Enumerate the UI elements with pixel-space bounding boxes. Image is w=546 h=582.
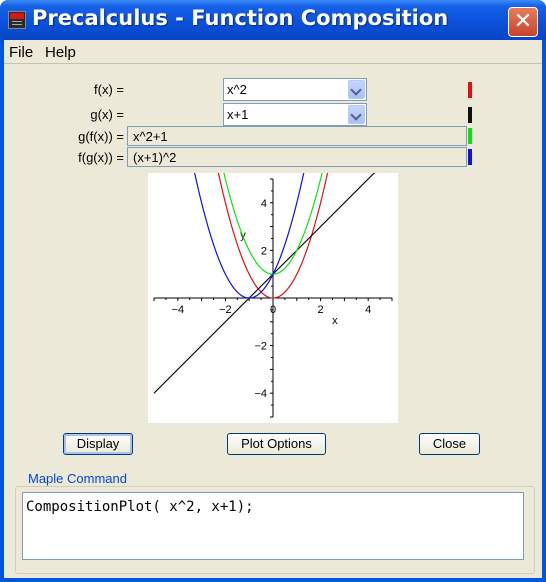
- g-value: x+1: [227, 107, 249, 122]
- f-color-swatch: [468, 82, 472, 98]
- maple-command-textarea[interactable]: CompositionPlot( x^2, x+1);: [22, 492, 524, 560]
- curve--x-1-2: [193, 169, 306, 299]
- maple-command-text: CompositionPlot( x^2, x+1);: [26, 499, 254, 515]
- x-tick-label: −2: [219, 304, 232, 316]
- maple-app-icon[interactable]: [8, 11, 26, 29]
- window-title: Precalculus - Function Composition: [32, 6, 449, 30]
- gf-value: x^2+1: [133, 129, 168, 144]
- y-tick-label: 4: [261, 198, 267, 210]
- plot-options-button[interactable]: Plot Options: [227, 433, 326, 455]
- window-close-button[interactable]: ✕: [508, 7, 538, 37]
- fg-color-swatch: [468, 149, 472, 165]
- curve-x-1: [153, 166, 381, 394]
- gf-color-swatch: [468, 128, 472, 144]
- close-button[interactable]: Close: [419, 433, 480, 455]
- fg-result-field: (x+1)^2: [127, 147, 467, 167]
- menu-file[interactable]: File: [9, 44, 33, 61]
- x-tick-label: 0: [270, 304, 276, 316]
- y-tick-label: −4: [254, 388, 267, 400]
- composition-plot: −4 −2 0 2 4−4−224xy: [153, 166, 393, 418]
- g-color-swatch: [468, 107, 472, 123]
- gf-label: g(f(x)) =: [78, 129, 124, 144]
- menu-help[interactable]: Help: [45, 44, 76, 61]
- g-combo[interactable]: x+1: [223, 103, 367, 126]
- f-label: f(x) =: [94, 82, 124, 97]
- app-window: Precalculus - Function Composition ✕ Fil…: [0, 0, 546, 582]
- g-label: g(x) =: [90, 107, 124, 122]
- x-tick-label: 2: [318, 304, 324, 316]
- y-tick-label: 2: [261, 245, 267, 257]
- x-axis-label: x: [332, 315, 338, 327]
- f-value: x^2: [227, 82, 247, 97]
- display-button[interactable]: Display: [63, 433, 133, 455]
- fg-value: (x+1)^2: [133, 150, 177, 165]
- x-tick-label: 4: [365, 304, 371, 316]
- client-area: File Help f(x) = x^2 g(x) = x+1 g(f(x)) …: [4, 40, 542, 578]
- chevron-down-icon[interactable]: [348, 105, 365, 124]
- f-combo[interactable]: x^2: [223, 78, 367, 101]
- maple-command-title: Maple Command: [24, 471, 131, 486]
- menu-bar: File Help: [4, 40, 542, 64]
- title-bar[interactable]: Precalculus - Function Composition ✕: [0, 0, 546, 40]
- x-tick-label: −4: [172, 304, 185, 316]
- fg-label: f(g(x)) =: [78, 150, 124, 165]
- gf-result-field: x^2+1: [127, 126, 467, 146]
- chevron-down-icon[interactable]: [348, 80, 365, 99]
- y-tick-label: −2: [254, 341, 267, 353]
- plot-area: −4 −2 0 2 4 −4 −2 2 4 x y: [148, 166, 398, 423]
